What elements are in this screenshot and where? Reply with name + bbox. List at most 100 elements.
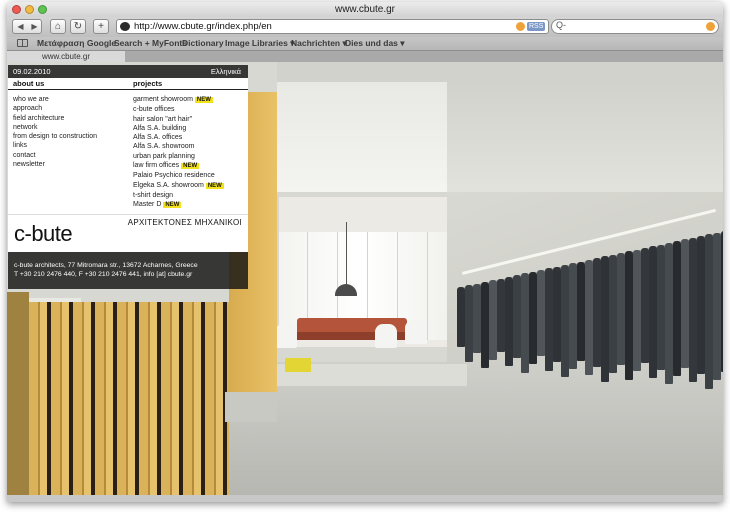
garment	[529, 271, 537, 365]
ceiling-band	[277, 62, 723, 82]
project-item[interactable]: Alfa S.A. offices	[133, 133, 224, 142]
new-badge: NEW	[163, 202, 182, 209]
projects-header: projects	[133, 79, 163, 88]
bookmark-nachrichten[interactable]: Nachrichten ▾	[291, 38, 347, 49]
project-label[interactable]: hair salon "art hair"	[133, 116, 192, 123]
home-button[interactable]: ⌂	[50, 19, 66, 34]
project-label[interactable]: Palaio Psychico residence	[133, 172, 215, 179]
site-menu-panel: 09.02.2010 Ελληνικά about us projects wh…	[8, 65, 248, 289]
browser-window: www.cbute.gr ◀ ▶ ⌂ ↻ + http://www.cbute.…	[7, 2, 723, 502]
url-text: http://www.cbute.gr/index.php/en	[134, 21, 272, 32]
about-us-header: about us	[13, 79, 45, 88]
reload-icon: ↻	[73, 21, 83, 32]
white-chair	[275, 324, 297, 348]
garment	[561, 264, 569, 378]
yellow-ottoman	[285, 358, 311, 372]
clear-search-icon[interactable]	[706, 22, 715, 31]
project-label[interactable]: Alfa S.A. offices	[133, 134, 182, 141]
tab-cbute[interactable]: www.cbute.gr	[7, 51, 125, 62]
project-item[interactable]: Master D NEW	[133, 200, 224, 210]
about-item[interactable]: who we are	[13, 95, 97, 104]
project-item[interactable]: garment showroom NEW	[133, 95, 224, 105]
project-label[interactable]: Master D	[133, 201, 161, 208]
project-item[interactable]: Alfa S.A. building	[133, 124, 224, 133]
about-item[interactable]: links	[13, 141, 97, 150]
garment	[657, 244, 665, 370]
project-item[interactable]: c-bute offices	[133, 105, 224, 114]
garment	[681, 239, 689, 368]
project-item[interactable]: t-shirt design	[133, 191, 224, 200]
about-item[interactable]: contact	[13, 151, 97, 160]
contact-address: c-bute architects, 77 Mitromara str., 13…	[14, 261, 198, 279]
project-item[interactable]: Elgeka S.A. showroom NEW	[133, 181, 224, 191]
snapback-icon[interactable]	[516, 22, 525, 31]
garment	[545, 268, 553, 371]
browser-toolbar: ◀ ▶ ⌂ ↻ + http://www.cbute.gr/index.php/…	[7, 17, 723, 37]
garment	[625, 251, 633, 380]
about-item[interactable]: field architecture	[13, 114, 97, 123]
header-divider	[8, 89, 248, 90]
garment	[585, 259, 593, 376]
garment	[689, 237, 697, 383]
project-label[interactable]: garment showroom	[133, 96, 193, 103]
garment	[569, 263, 577, 369]
garment	[641, 247, 649, 364]
address-line: c-bute architects, 77 Mitromara str., 13…	[14, 262, 198, 269]
garment	[721, 230, 723, 373]
back-forward-group: ◀ ▶	[12, 19, 42, 34]
site-tagline: ΑΡΧΙΤΕΚΤΟΝΕΣ ΜΗΧΑΝΙΚΟΙ	[127, 218, 242, 227]
garment	[649, 246, 657, 378]
language-link[interactable]: Ελληνικά	[211, 67, 241, 76]
project-label[interactable]: t-shirt design	[133, 192, 173, 199]
bookmark-google-translate[interactable]: Μετάφραση Google	[37, 38, 116, 48]
reload-button[interactable]: ↻	[70, 19, 86, 34]
bookmark-search-myfonts[interactable]: Search + MyFonts	[114, 38, 187, 48]
bookmark-dies-und-das[interactable]: Dies und das ▾	[345, 38, 405, 49]
garment	[601, 256, 609, 382]
add-bookmark-button[interactable]: +	[93, 19, 109, 34]
about-item[interactable]: approach	[13, 104, 97, 113]
garment	[609, 254, 617, 374]
garment	[665, 242, 673, 385]
project-item[interactable]: urban park planning	[133, 152, 224, 161]
project-label[interactable]: urban park planning	[133, 153, 195, 160]
bookmark-dictionary[interactable]: Dictionary	[182, 38, 224, 48]
address-bar[interactable]: http://www.cbute.gr/index.php/en RSS	[116, 19, 549, 34]
panel-header: 09.02.2010 Ελληνικά	[8, 65, 248, 77]
project-label[interactable]: Alfa S.A. building	[133, 125, 186, 132]
garment	[705, 234, 713, 389]
bookmark-image-libraries[interactable]: Image Libraries ▾	[225, 38, 294, 49]
about-item[interactable]: newsletter	[13, 160, 97, 169]
status-bar	[7, 495, 723, 502]
garment	[713, 232, 721, 381]
project-item[interactable]: hair salon "art hair"	[133, 115, 224, 124]
about-item[interactable]: network	[13, 123, 97, 132]
about-item[interactable]: from design to construction	[13, 132, 97, 141]
project-item[interactable]: law firm offices NEW	[133, 161, 224, 171]
new-badge: NEW	[205, 182, 224, 189]
site-logo[interactable]: c-bute	[14, 221, 73, 247]
project-label[interactable]: c-bute offices	[133, 106, 175, 113]
garment	[593, 258, 601, 367]
project-item[interactable]: Alfa S.A. showroom	[133, 142, 224, 151]
garment	[473, 283, 481, 354]
forward-icon[interactable]: ▶	[28, 20, 41, 33]
garment	[513, 275, 521, 358]
stair-step	[225, 392, 277, 422]
tab-bar: www.cbute.gr	[7, 51, 723, 62]
new-badge: NEW	[194, 97, 213, 103]
white-chair	[405, 320, 427, 344]
current-date: 09.02.2010	[13, 67, 51, 76]
project-label[interactable]: Elgeka S.A. showroom	[133, 182, 204, 189]
garment	[505, 276, 513, 367]
project-label[interactable]: Alfa S.A. showroom	[133, 143, 194, 150]
bookmarks-book-icon[interactable]	[17, 39, 28, 47]
back-icon[interactable]: ◀	[14, 20, 27, 33]
project-item[interactable]: Palaio Psychico residence	[133, 171, 224, 180]
search-field[interactable]: Q-	[551, 19, 719, 34]
rss-badge[interactable]: RSS	[527, 22, 546, 31]
bookmarks-bar: Μετάφραση Google Search + MyFonts Dictio…	[7, 37, 723, 51]
garment	[697, 236, 705, 374]
garment	[577, 261, 585, 361]
project-label[interactable]: law firm offices	[133, 162, 179, 169]
